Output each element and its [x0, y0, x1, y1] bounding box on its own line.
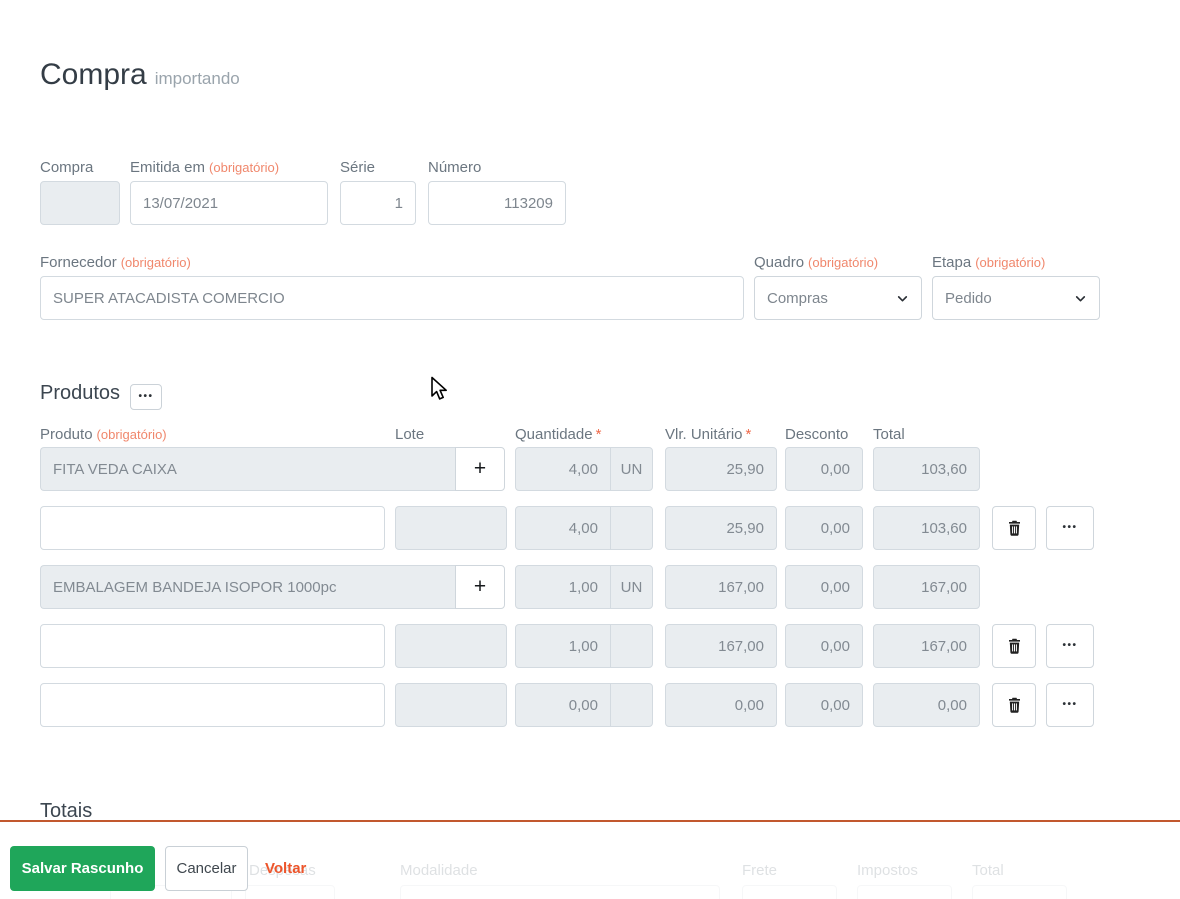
trash-icon	[1007, 638, 1022, 654]
back-link[interactable]: Voltar	[265, 860, 306, 877]
unit-price-field: 25,90	[665, 506, 777, 550]
total-field: 167,00	[873, 565, 980, 609]
unit-price-field: 0,00	[665, 683, 777, 727]
etapa-label: Etapa(obrigatório)	[932, 254, 1045, 271]
table-row: FITA VEDA CAIXA + 4,00 UN 25,90 0,00 103…	[0, 447, 1180, 491]
required-tag: (obrigatório)	[808, 255, 878, 270]
product-name-field: FITA VEDA CAIXA	[40, 447, 455, 491]
products-options-button[interactable]: •••	[130, 384, 162, 410]
trash-icon	[1007, 697, 1022, 713]
serie-label: Série	[340, 159, 375, 176]
serie-input[interactable]	[340, 181, 416, 225]
lote-field	[395, 683, 507, 727]
etapa-select[interactable]: Pedido	[932, 276, 1100, 320]
unit-field	[610, 684, 652, 726]
fornecedor-input[interactable]	[40, 276, 744, 320]
table-row: 1,00 167,00 0,00 167,00 •••	[0, 624, 1180, 668]
mouse-cursor-icon	[430, 376, 449, 403]
save-draft-button[interactable]: Salvar Rascunho	[10, 846, 155, 891]
delete-row-button[interactable]	[992, 683, 1036, 727]
unit-price-field: 25,90	[665, 447, 777, 491]
col-lote-header: Lote	[395, 426, 424, 443]
discount-field: 0,00	[785, 506, 863, 550]
required-star: *	[596, 426, 602, 443]
chevron-down-icon	[896, 292, 909, 305]
ellipsis-icon: •••	[138, 392, 153, 402]
required-tag: (obrigatório)	[975, 255, 1045, 270]
cancel-button[interactable]: Cancelar	[165, 846, 248, 891]
unit-price-field: 167,00	[665, 624, 777, 668]
emitida-em-input[interactable]	[130, 181, 328, 225]
total-field: 0,00	[873, 683, 980, 727]
unit-price-field: 167,00	[665, 565, 777, 609]
delete-row-button[interactable]	[992, 506, 1036, 550]
unit-field	[610, 507, 652, 549]
chevron-down-icon	[1074, 292, 1087, 305]
total-field: 103,60	[873, 447, 980, 491]
quadro-select[interactable]: Compras	[754, 276, 922, 320]
quadro-label: Quadro(obrigatório)	[754, 254, 878, 271]
plus-icon: +	[474, 575, 486, 599]
discount-field: 0,00	[785, 565, 863, 609]
col-total-header: Total	[873, 426, 905, 443]
page-title: Compra importando	[40, 58, 240, 92]
page-title-text: Compra	[40, 58, 147, 91]
product-search-input[interactable]	[40, 683, 385, 727]
purchase-form-page: Compra importando Compra Emitida em(obrig…	[0, 0, 1180, 899]
add-product-button[interactable]: +	[455, 447, 505, 491]
discount-field: 0,00	[785, 683, 863, 727]
table-row: 0,00 0,00 0,00 0,00 •••	[0, 683, 1180, 727]
products-section-title: Produtos	[40, 382, 120, 405]
etapa-selected-value: Pedido	[945, 290, 992, 307]
numero-label: Número	[428, 159, 481, 176]
quadro-selected-value: Compras	[767, 290, 828, 307]
required-star: *	[746, 426, 752, 443]
fornecedor-label: Fornecedor(obrigatório)	[40, 254, 191, 271]
required-tag: (obrigatório)	[121, 255, 191, 270]
compra-field	[40, 181, 120, 225]
lote-field	[395, 506, 507, 550]
numero-input[interactable]	[428, 181, 566, 225]
unit-field: UN	[610, 566, 652, 608]
required-tag: (obrigatório)	[97, 427, 167, 442]
page-subtitle: importando	[155, 69, 240, 88]
product-name-field: EMBALAGEM BANDEJA ISOPOR 1000pc	[40, 565, 455, 609]
col-produto-header: Produto(obrigatório)	[40, 426, 167, 443]
row-options-button[interactable]: •••	[1046, 506, 1094, 550]
plus-icon: +	[474, 457, 486, 481]
compra-label: Compra	[40, 159, 93, 176]
ellipsis-icon: •••	[1062, 523, 1077, 533]
row-options-button[interactable]: •••	[1046, 624, 1094, 668]
unit-field	[610, 625, 652, 667]
col-vlr-unitario-header: Vlr. Unitário*	[665, 426, 751, 443]
delete-row-button[interactable]	[992, 624, 1036, 668]
product-search-input[interactable]	[40, 506, 385, 550]
table-row: EMBALAGEM BANDEJA ISOPOR 1000pc + 1,00 U…	[0, 565, 1180, 609]
quantity-field: 0,00	[515, 683, 653, 727]
discount-field: 0,00	[785, 447, 863, 491]
trash-icon	[1007, 520, 1022, 536]
row-options-button[interactable]: •••	[1046, 683, 1094, 727]
lote-field	[395, 624, 507, 668]
quantity-field: 4,00 UN	[515, 447, 653, 491]
table-row: 4,00 25,90 0,00 103,60 •••	[0, 506, 1180, 550]
ellipsis-icon: •••	[1062, 700, 1077, 710]
footer-action-bar: Salvar Rascunho Cancelar Voltar	[0, 820, 1180, 899]
unit-field: UN	[610, 448, 652, 490]
col-desconto-header: Desconto	[785, 426, 848, 443]
total-field: 103,60	[873, 506, 980, 550]
quantity-field: 4,00	[515, 506, 653, 550]
product-name-group: FITA VEDA CAIXA +	[40, 447, 505, 491]
emitida-em-label: Emitida em(obrigatório)	[130, 159, 279, 176]
product-name-group: EMBALAGEM BANDEJA ISOPOR 1000pc +	[40, 565, 505, 609]
required-tag: (obrigatório)	[209, 160, 279, 175]
quantity-field: 1,00 UN	[515, 565, 653, 609]
product-search-input[interactable]	[40, 624, 385, 668]
ellipsis-icon: •••	[1062, 641, 1077, 651]
add-product-button[interactable]: +	[455, 565, 505, 609]
quantity-field: 1,00	[515, 624, 653, 668]
col-quantidade-header: Quantidade*	[515, 426, 601, 443]
total-field: 167,00	[873, 624, 980, 668]
discount-field: 0,00	[785, 624, 863, 668]
